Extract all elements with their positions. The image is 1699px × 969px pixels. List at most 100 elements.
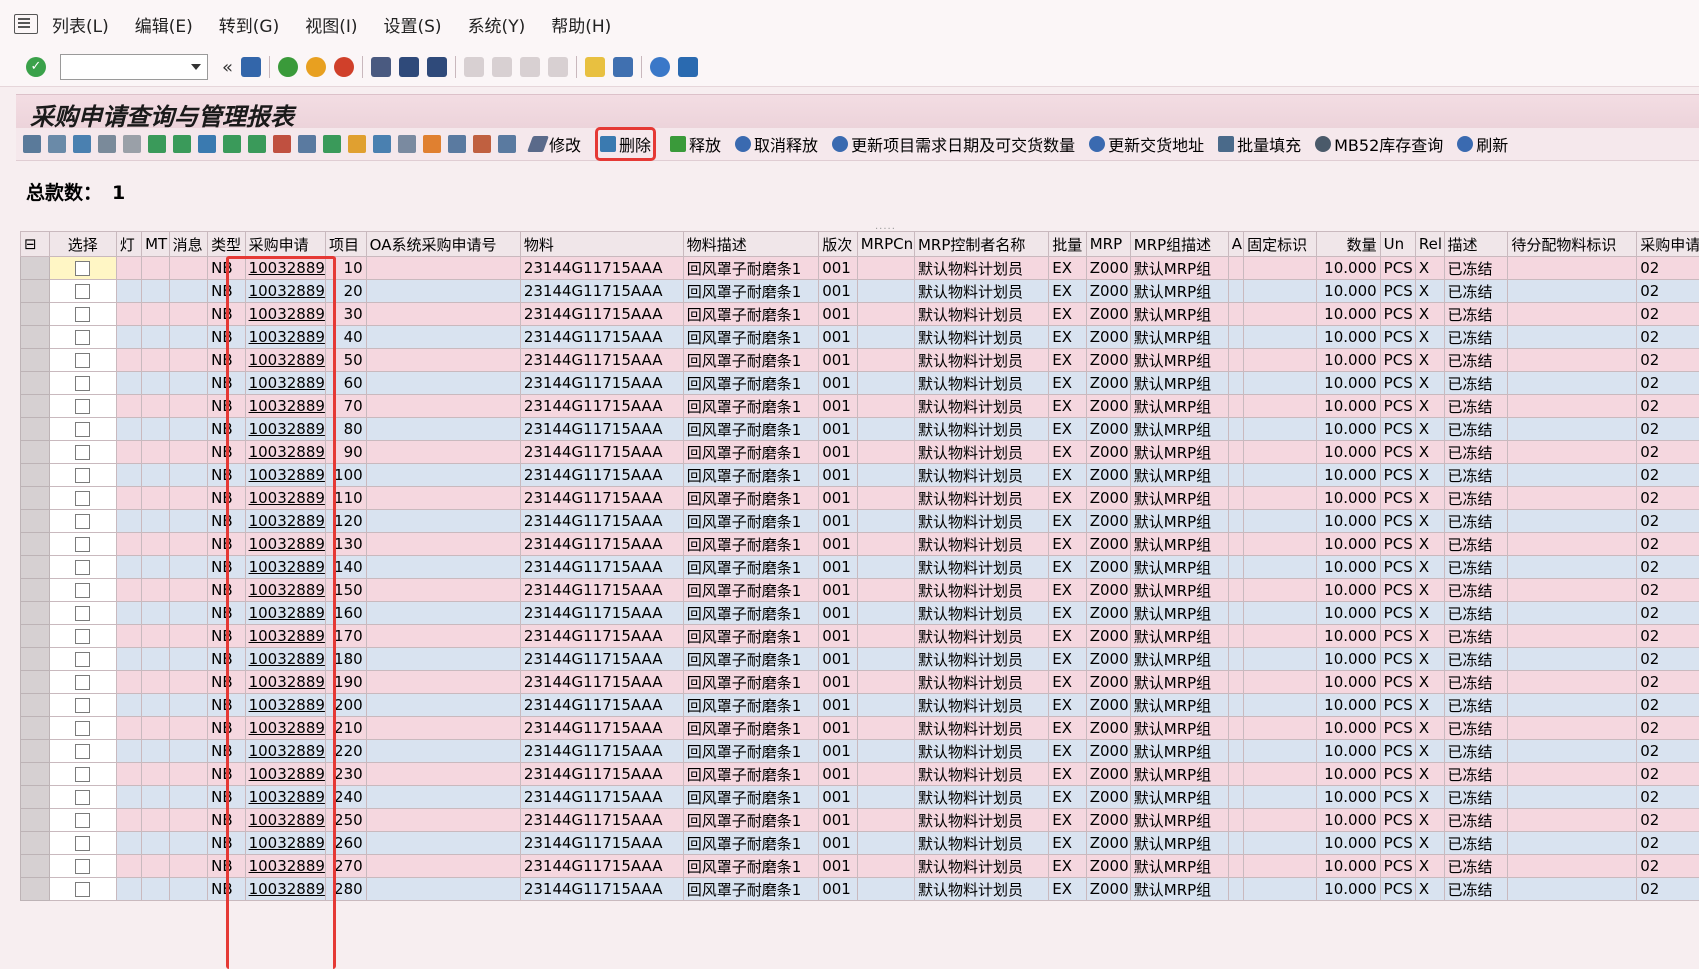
row-selector[interactable] bbox=[20, 509, 50, 533]
select-checkbox[interactable] bbox=[75, 284, 91, 299]
purchase-requisition-link[interactable]: 10032889 bbox=[244, 509, 326, 533]
print-preview-icon[interactable] bbox=[298, 135, 316, 153]
select-checkbox[interactable] bbox=[75, 445, 91, 460]
delete-button[interactable]: 删除 bbox=[595, 127, 657, 161]
row-selector[interactable] bbox=[20, 440, 50, 464]
row-selector[interactable] bbox=[20, 854, 50, 878]
find-icon[interactable] bbox=[399, 57, 420, 77]
pr-number-link[interactable]: 10032889 bbox=[249, 420, 325, 438]
select-checkbox[interactable] bbox=[75, 721, 91, 736]
row-selector[interactable] bbox=[20, 785, 50, 809]
col-header[interactable]: 批量 bbox=[1048, 231, 1087, 257]
row-selector[interactable] bbox=[20, 831, 50, 855]
menu-goto[interactable]: 转到(G) bbox=[219, 12, 279, 37]
table-row[interactable]: NB 10032889 10 23144G11715AAA 回风罩子耐磨条1 001 默认物… bbox=[20, 256, 1699, 280]
select-checkbox-cell[interactable] bbox=[48, 463, 117, 487]
select-checkbox-cell[interactable] bbox=[48, 785, 117, 809]
update-date-qty-button[interactable]: 更新项目需求日期及可交货数量 bbox=[832, 132, 1075, 156]
pr-number-link[interactable]: 10032889 bbox=[249, 282, 325, 300]
row-selector[interactable] bbox=[20, 348, 50, 372]
select-checkbox-cell[interactable] bbox=[48, 348, 117, 372]
select-all-corner[interactable]: ⊟ bbox=[20, 231, 50, 257]
table-row[interactable]: NB 10032889 40 23144G11715AAA 回风罩子耐磨条1 001 默认物… bbox=[20, 325, 1699, 349]
pr-number-link[interactable]: 10032889 bbox=[249, 328, 325, 346]
filter-delete-icon[interactable] bbox=[223, 135, 241, 153]
back-icon[interactable] bbox=[278, 57, 299, 77]
sort-desc-icon[interactable] bbox=[173, 135, 191, 153]
col-header[interactable]: Un bbox=[1379, 231, 1416, 257]
row-selector[interactable] bbox=[20, 555, 50, 579]
col-header[interactable]: Rel bbox=[1414, 231, 1445, 257]
sort-asc-icon[interactable] bbox=[148, 135, 166, 153]
col-header[interactable]: OA系统采购申请号 bbox=[365, 231, 521, 257]
select-checkbox-cell[interactable] bbox=[48, 302, 117, 326]
select-checkbox-cell[interactable] bbox=[48, 256, 117, 280]
purchase-requisition-link[interactable]: 10032889 bbox=[244, 762, 326, 786]
col-header[interactable]: 采购申请 bbox=[244, 231, 326, 257]
row-selector[interactable] bbox=[20, 463, 50, 487]
sum-icon[interactable] bbox=[248, 135, 266, 153]
table-row[interactable]: NB 10032889 130 23144G11715AAA 回风罩子耐磨条1 001 默认… bbox=[20, 532, 1699, 556]
pr-number-link[interactable]: 10032889 bbox=[249, 512, 325, 530]
select-checkbox[interactable] bbox=[75, 882, 91, 897]
pr-number-link[interactable]: 10032889 bbox=[249, 604, 325, 622]
pr-number-link[interactable]: 10032889 bbox=[249, 742, 325, 760]
row-selector[interactable] bbox=[20, 808, 50, 832]
graphic-icon[interactable] bbox=[373, 135, 391, 153]
row-selector[interactable] bbox=[20, 578, 50, 602]
subtotal-icon[interactable] bbox=[273, 135, 291, 153]
pr-number-link[interactable]: 10032889 bbox=[249, 558, 325, 576]
select-checkbox-cell[interactable] bbox=[48, 670, 117, 694]
purchase-requisition-link[interactable]: 10032889 bbox=[244, 670, 326, 694]
table-row[interactable]: NB 10032889 110 23144G11715AAA 回风罩子耐磨条1 001 默认… bbox=[20, 486, 1699, 510]
export-icon[interactable] bbox=[323, 135, 341, 153]
next-page-icon[interactable] bbox=[520, 57, 541, 77]
select-checkbox[interactable] bbox=[75, 491, 91, 506]
mail-icon[interactable] bbox=[348, 135, 366, 153]
new-session-icon[interactable] bbox=[585, 57, 606, 77]
select-checkbox-cell[interactable] bbox=[48, 509, 117, 533]
select-checkbox-cell[interactable] bbox=[48, 831, 117, 855]
purchase-requisition-link[interactable]: 10032889 bbox=[244, 877, 326, 901]
select-layout-icon[interactable] bbox=[48, 135, 66, 153]
table-row[interactable]: NB 10032889 190 23144G11715AAA 回风罩子耐磨条1 001 默认… bbox=[20, 670, 1699, 694]
row-selector[interactable] bbox=[20, 647, 50, 671]
select-checkbox[interactable] bbox=[75, 537, 91, 552]
select-checkbox[interactable] bbox=[75, 698, 91, 713]
table-row[interactable]: NB 10032889 140 23144G11715AAA 回风罩子耐磨条1 001 默认… bbox=[20, 555, 1699, 579]
cancel-release-button[interactable]: 取消释放 bbox=[735, 132, 818, 156]
enter-check-icon[interactable]: ✓ bbox=[26, 57, 46, 77]
purchase-requisition-link[interactable]: 10032889 bbox=[244, 739, 326, 763]
row-selector[interactable] bbox=[20, 394, 50, 418]
shortcut-icon[interactable] bbox=[613, 57, 634, 77]
table-row[interactable]: NB 10032889 280 23144G11715AAA 回风罩子耐磨条1 001 默认… bbox=[20, 877, 1699, 901]
purchase-requisition-link[interactable]: 10032889 bbox=[244, 463, 326, 487]
row-selector[interactable] bbox=[20, 371, 50, 395]
table-row[interactable]: NB 10032889 270 23144G11715AAA 回风罩子耐磨条1 001 默认… bbox=[20, 854, 1699, 878]
table-row[interactable]: NB 10032889 50 23144G11715AAA 回风罩子耐磨条1 001 默认物… bbox=[20, 348, 1699, 372]
table-row[interactable]: NB 10032889 60 23144G11715AAA 回风罩子耐磨条1 001 默认物… bbox=[20, 371, 1699, 395]
menu-icon[interactable] bbox=[14, 14, 38, 34]
pr-number-link[interactable]: 10032889 bbox=[249, 466, 325, 484]
select-checkbox[interactable] bbox=[75, 744, 91, 759]
select-checkbox[interactable] bbox=[75, 606, 91, 621]
purchase-requisition-link[interactable]: 10032889 bbox=[244, 325, 326, 349]
first-page-icon[interactable] bbox=[464, 57, 485, 77]
details-icon[interactable] bbox=[23, 135, 41, 153]
table-row[interactable]: NB 10032889 260 23144G11715AAA 回风罩子耐磨条1 001 默认… bbox=[20, 831, 1699, 855]
select-checkbox-cell[interactable] bbox=[48, 486, 117, 510]
row-selector[interactable] bbox=[20, 486, 50, 510]
purchase-requisition-link[interactable]: 10032889 bbox=[244, 647, 326, 671]
pr-number-link[interactable]: 10032889 bbox=[249, 374, 325, 392]
col-header[interactable]: 固定标识 bbox=[1243, 231, 1317, 257]
table-row[interactable]: NB 10032889 70 23144G11715AAA 回风罩子耐磨条1 001 默认物… bbox=[20, 394, 1699, 418]
row-selector[interactable] bbox=[20, 601, 50, 625]
select-checkbox-cell[interactable] bbox=[48, 762, 117, 786]
purchase-requisition-link[interactable]: 10032889 bbox=[244, 532, 326, 556]
table-row[interactable]: NB 10032889 120 23144G11715AAA 回风罩子耐磨条1 001 默认… bbox=[20, 509, 1699, 533]
collapse-chevron-icon[interactable]: « bbox=[222, 57, 233, 78]
col-header[interactable]: A bbox=[1227, 231, 1245, 257]
table-row[interactable]: NB 10032889 20 23144G11715AAA 回风罩子耐磨条1 001 默认物… bbox=[20, 279, 1699, 303]
select-checkbox-cell[interactable] bbox=[48, 808, 117, 832]
row-selector[interactable] bbox=[20, 302, 50, 326]
